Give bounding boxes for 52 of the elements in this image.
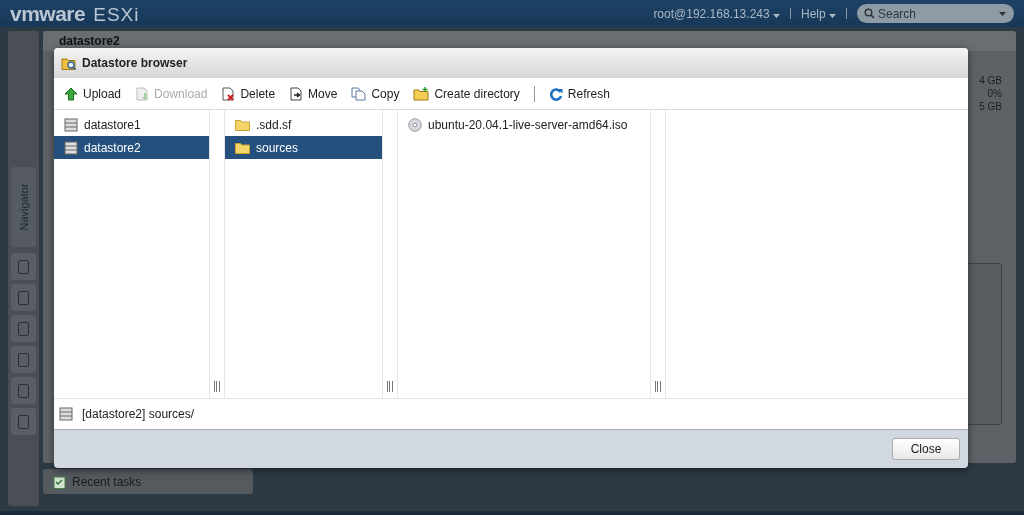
current-path: [datastore2] sources/ <box>82 407 195 421</box>
datastore-icon <box>64 140 78 155</box>
disc-icon <box>408 117 422 132</box>
delete-button[interactable]: Delete <box>221 86 276 101</box>
file-item[interactable]: ubuntu-20.04.1-live-server-amd64.iso <box>398 113 650 136</box>
navigator-icon[interactable] <box>11 253 36 280</box>
panel-stat: 4 GB <box>979 75 1002 86</box>
datastore-icon <box>64 117 78 132</box>
refresh-icon <box>548 86 563 101</box>
datastore-icon <box>59 407 73 421</box>
resize-handle[interactable] <box>387 381 393 392</box>
caret-icon <box>773 13 780 18</box>
upload-button[interactable]: Upload <box>64 86 122 101</box>
product-name: ESXi <box>93 3 140 26</box>
search-icon <box>864 8 875 19</box>
move-button[interactable]: Move <box>289 86 338 101</box>
download-icon <box>135 86 150 101</box>
folder-item[interactable]: sources <box>225 136 382 159</box>
vmware-logo: vmware <box>10 1 86 26</box>
new-folder-icon <box>413 86 430 101</box>
refresh-button[interactable]: Refresh <box>548 86 610 101</box>
panel-stat: 5 GB <box>979 101 1002 112</box>
up-arrow-icon <box>64 86 78 101</box>
folder-icon <box>235 118 250 131</box>
caret-icon <box>829 13 836 18</box>
folder-icon <box>235 141 250 154</box>
caret-icon <box>999 12 1006 16</box>
move-file-icon <box>289 86 304 101</box>
datastore-item[interactable]: datastore1 <box>54 113 209 136</box>
panel-title: datastore2 <box>43 31 1016 51</box>
navigator-icon[interactable] <box>11 346 36 373</box>
clipboard-icon <box>53 474 66 489</box>
recent-tasks-label: Recent tasks <box>72 474 142 489</box>
delete-icon <box>221 86 236 101</box>
navigator-icon[interactable] <box>11 284 36 311</box>
create-directory-button[interactable]: Create directory <box>413 86 520 101</box>
user-menu[interactable]: root@192.168.13.243 <box>653 6 780 21</box>
search-field[interactable]: Search <box>857 4 1014 23</box>
navigator-icon[interactable] <box>11 315 36 342</box>
datastore-item[interactable]: datastore2 <box>54 136 209 159</box>
copy-button[interactable]: Copy <box>351 86 400 101</box>
copy-icon <box>351 86 367 101</box>
folder-search-icon <box>61 55 77 71</box>
close-button[interactable]: Close <box>892 438 960 460</box>
navigator-icon[interactable] <box>11 377 36 404</box>
panel-stat: 0% <box>987 88 1002 99</box>
resize-handle[interactable] <box>655 381 661 392</box>
dialog-title: Datastore browser <box>82 56 188 70</box>
resize-handle[interactable] <box>214 381 220 392</box>
navigator-icon[interactable] <box>11 408 36 435</box>
folder-item[interactable]: .sdd.sf <box>225 113 382 136</box>
help-menu[interactable]: Help <box>801 6 836 21</box>
